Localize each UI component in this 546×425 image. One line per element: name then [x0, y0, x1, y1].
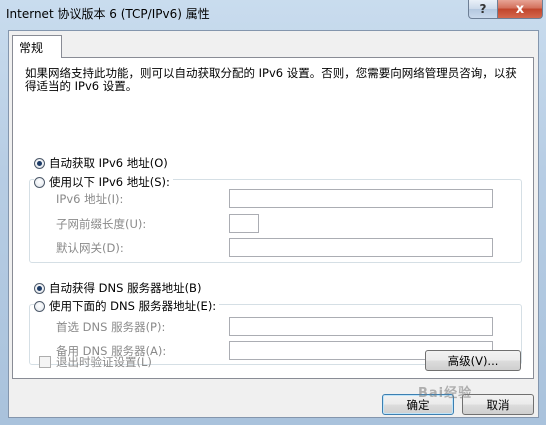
default-gateway-input[interactable] [229, 238, 493, 257]
radio-checked-icon [34, 282, 45, 294]
auto-ipv6-radio[interactable]: 自动获取 IPv6 地址(O) [34, 155, 168, 171]
auto-dns-label: 自动获得 DNS 服务器地址(B) [49, 281, 202, 295]
default-gateway-label: 默认网关(D): [56, 241, 124, 255]
auto-dns-radio[interactable]: 自动获得 DNS 服务器地址(B) [34, 280, 201, 296]
advanced-button[interactable]: 高级(V)... [425, 350, 521, 371]
help-button[interactable]: ? [468, 0, 498, 19]
dialog-body: 常规 如果网络支持此功能，则可以自动获取分配的 IPv6 设置。否则，您需要向网… [8, 30, 539, 418]
close-button[interactable]: x [497, 0, 543, 19]
preferred-dns-label: 首选 DNS 服务器(P): [56, 320, 166, 334]
preferred-dns-input[interactable] [229, 317, 493, 336]
ipv6-address-label: IPv6 地址(I): [56, 192, 124, 206]
subnet-prefix-input[interactable] [229, 214, 259, 233]
watermark-text: Bai经验 [418, 386, 473, 401]
validate-settings-checkbox[interactable]: 退出时验证设置(L) [39, 354, 152, 370]
manual-ipv6-label: 使用以下 IPv6 地址(S): [49, 175, 170, 189]
manual-ipv6-group: IPv6 地址(I): 子网前缀长度(U): 默认网关(D): [29, 179, 522, 263]
description-text: 如果网络支持此功能，则可以自动获取分配的 IPv6 设置。否则，您需要向网络管理… [25, 66, 517, 93]
general-panel: 如果网络支持此功能，则可以自动获取分配的 IPv6 设置。否则，您需要向网络管理… [12, 57, 534, 379]
checkbox-icon [39, 356, 51, 368]
close-icon: x [515, 1, 525, 17]
cancel-button[interactable]: 取消 [462, 394, 534, 415]
ipv6-address-input[interactable] [229, 189, 493, 208]
window-title: Internet 协议版本 6 (TCP/IPv6) 属性 [6, 7, 210, 21]
radio-checked-icon [34, 157, 45, 169]
validate-settings-label: 退出时验证设置(L) [56, 355, 152, 369]
title-bar: Internet 协议版本 6 (TCP/IPv6) 属性 ? x [0, 0, 546, 26]
radio-unchecked-icon [34, 176, 45, 188]
manual-dns-label: 使用下面的 DNS 服务器地址(E): [49, 299, 217, 313]
subnet-prefix-label: 子网前缀长度(U): [56, 217, 147, 231]
auto-ipv6-label: 自动获取 IPv6 地址(O) [49, 156, 168, 170]
manual-ipv6-radio[interactable]: 使用以下 IPv6 地址(S): [34, 174, 173, 190]
radio-unchecked-icon [34, 300, 45, 312]
help-icon: ? [479, 2, 487, 16]
tab-general[interactable]: 常规 [12, 35, 62, 58]
manual-dns-radio[interactable]: 使用下面的 DNS 服务器地址(E): [34, 298, 220, 314]
